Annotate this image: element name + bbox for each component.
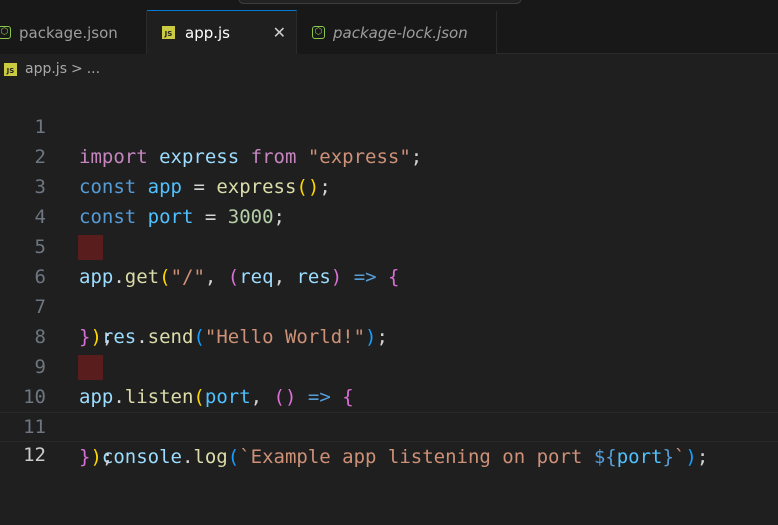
code-line[interactable]: 3 const port = 3000;: [0, 142, 778, 228]
tab-app-js[interactable]: JS app.js ✕: [147, 10, 297, 54]
line-number: 12: [23, 444, 46, 466]
js-icon: JS: [4, 62, 17, 76]
node-icon: ⬡: [312, 26, 325, 39]
breadcrumb: JS app.js > ...: [0, 58, 778, 80]
indentation-error-marker: [78, 355, 103, 380]
code-line[interactable]: 1 import express from "express";: [0, 82, 778, 168]
code-line[interactable]: 11 });: [0, 382, 778, 468]
code-line[interactable]: 7 });: [0, 262, 778, 348]
editor-tab-bar: ⬡ package.json JS app.js ✕ ⬡ package-loc…: [0, 10, 778, 54]
code-editor[interactable]: 1 import express from "express"; 2 const…: [0, 82, 778, 483]
indentation-error-marker: [78, 235, 103, 260]
title-bar-strip: [0, 0, 778, 11]
code-line-current[interactable]: 12: [0, 412, 778, 466]
tab-label: package-lock.json: [333, 23, 468, 42]
breadcrumb-more[interactable]: ...: [87, 61, 100, 77]
code-line[interactable]: 10 console.log(`Example app listening on…: [0, 352, 778, 468]
tab-package-lock-json[interactable]: ⬡ package-lock.json: [297, 11, 497, 54]
code-line[interactable]: 2 const app = express();: [0, 112, 778, 198]
code-line[interactable]: 4: [0, 172, 778, 228]
command-center-search[interactable]: [238, 0, 522, 4]
js-icon: JS: [162, 26, 175, 39]
tab-package-json[interactable]: ⬡ package.json: [0, 11, 147, 54]
code-text: });: [79, 446, 114, 468]
breadcrumb-file[interactable]: app.js: [25, 61, 67, 77]
code-line[interactable]: 8: [0, 292, 778, 348]
code-text: console.log(`Example app listening on po…: [101, 446, 709, 468]
chevron-right-icon: >: [71, 61, 83, 77]
code-line[interactable]: 6 res.send("Hello World!");: [0, 232, 778, 348]
code-line[interactable]: 9 app.listen(port, () => {: [0, 322, 778, 408]
tab-label: package.json: [19, 23, 118, 42]
tab-label: app.js: [185, 23, 230, 42]
close-icon[interactable]: ✕: [273, 23, 286, 42]
code-line[interactable]: 5 app.get("/", (req, res) => {: [0, 202, 778, 288]
node-icon: ⬡: [0, 26, 11, 39]
